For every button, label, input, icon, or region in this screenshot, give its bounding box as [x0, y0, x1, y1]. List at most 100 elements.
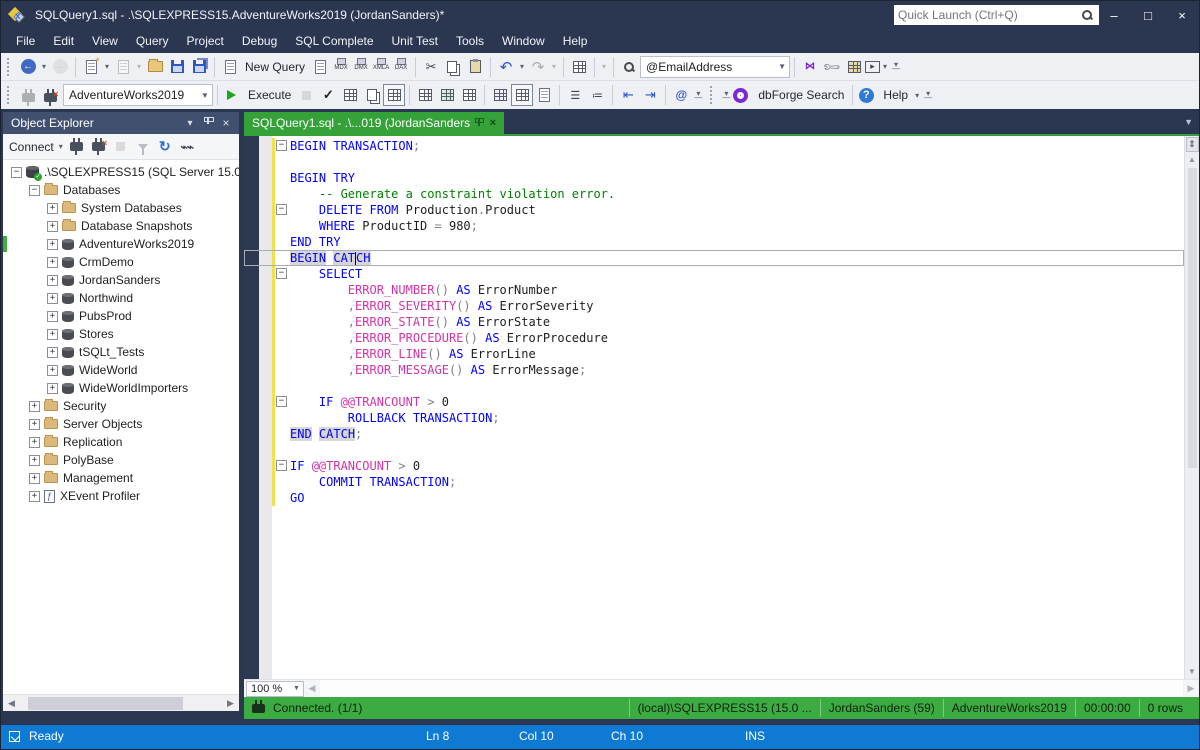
- zoom-combobox[interactable]: 100 % ▼: [246, 681, 304, 697]
- refresh-button[interactable]: ↻: [154, 136, 176, 158]
- tree-item-wideworldimporters[interactable]: +WideWorldImporters: [3, 379, 239, 397]
- code-line-12[interactable]: ,ERROR_STATE() AS ErrorState: [244, 314, 1184, 330]
- editor-scroll-left-icon[interactable]: ◀: [304, 683, 320, 694]
- save-button[interactable]: [166, 56, 188, 78]
- results-to-file-button[interactable]: [533, 84, 555, 106]
- add-item-button[interactable]: [112, 56, 134, 78]
- split-editor-handle[interactable]: ⇕: [1186, 137, 1199, 152]
- menu-file[interactable]: File: [7, 31, 44, 51]
- xml-editor-button[interactable]: ⋈: [799, 56, 821, 78]
- collapse-icon[interactable]: −: [11, 167, 22, 178]
- save-all-button[interactable]: [188, 56, 210, 78]
- editor-vscrollbar[interactable]: ⇕ ▲ ▼: [1184, 136, 1199, 679]
- tree-item-database-snapshots[interactable]: +Database Snapshots: [3, 217, 239, 235]
- zoom-dropdown-icon[interactable]: ▼: [290, 685, 303, 692]
- toolbar-overflow[interactable]: ▾—: [890, 61, 902, 72]
- tree-item-sqlexpress15-sql-server-15-0-20[interactable]: −.\SQLEXPRESS15 (SQL Server 15.0.20: [3, 163, 239, 181]
- scroll-up-icon[interactable]: ▲: [1188, 155, 1196, 164]
- tree-item-stores[interactable]: +Stores: [3, 325, 239, 343]
- code-line-7[interactable]: END TRY: [244, 234, 1184, 250]
- panel-close-icon[interactable]: ×: [217, 116, 235, 130]
- tree-item-tsqlt-tests[interactable]: +tSQLt_Tests: [3, 343, 239, 361]
- object-explorer-header[interactable]: Object Explorer ▾ ×: [3, 112, 239, 134]
- specify-values-button[interactable]: @: [670, 84, 692, 106]
- toolbar2-overflow-3[interactable]: ▾—: [922, 90, 934, 101]
- new-item-button[interactable]: [80, 56, 102, 78]
- command-window-button[interactable]: ▸: [865, 61, 880, 73]
- scroll-thumb[interactable]: [28, 697, 183, 710]
- undo-button[interactable]: ↶: [495, 56, 517, 78]
- menu-help[interactable]: Help: [554, 31, 597, 51]
- decrease-indent-button[interactable]: ⇤: [617, 84, 639, 106]
- tree-item-server-objects[interactable]: +Server Objects: [3, 415, 239, 433]
- toolbar2-overflow-2[interactable]: ▾—: [720, 90, 732, 101]
- tree-item-jordansanders[interactable]: +JordanSanders: [3, 271, 239, 289]
- expand-icon[interactable]: +: [47, 293, 58, 304]
- code-line-9[interactable]: − SELECT: [244, 266, 1184, 282]
- results-to-text-button[interactable]: [489, 84, 511, 106]
- menu-view[interactable]: View: [83, 31, 127, 51]
- redo-button[interactable]: ↷: [527, 56, 549, 78]
- tab-close-icon[interactable]: ×: [488, 117, 498, 129]
- code-line-10[interactable]: ERROR_NUMBER() AS ErrorNumber: [244, 282, 1184, 298]
- editor-scroll-right-icon[interactable]: ▶: [1183, 683, 1199, 694]
- code-line-14[interactable]: ,ERROR_LINE() AS ErrorLine: [244, 346, 1184, 362]
- close-button[interactable]: ×: [1165, 1, 1199, 29]
- scroll-right-icon[interactable]: ▶: [222, 698, 239, 709]
- toolbar-grip-2[interactable]: [7, 86, 13, 104]
- expand-icon[interactable]: +: [29, 491, 40, 502]
- new-analysis-query-icon[interactable]: [309, 56, 331, 78]
- tab-sqlquery1[interactable]: SQLQuery1.sql - .\...019 (JordanSanders)…: [244, 112, 504, 134]
- expand-icon[interactable]: +: [29, 437, 40, 448]
- comment-lines-button[interactable]: ☰: [564, 84, 586, 106]
- change-connection-button[interactable]: ×: [39, 84, 61, 106]
- code-line-3[interactable]: BEGIN TRY: [244, 170, 1184, 186]
- toolbar-grip[interactable]: [7, 58, 13, 76]
- new-xmla-query-button[interactable]: XMLA: [371, 58, 391, 76]
- code-line-6[interactable]: WHERE ProductID = 980;: [244, 218, 1184, 234]
- expand-icon[interactable]: +: [47, 383, 58, 394]
- disconnect-button[interactable]: ×: [88, 136, 110, 158]
- code-line-17[interactable]: − IF @@TRANCOUNT > 0: [244, 394, 1184, 410]
- code-line-4[interactable]: -- Generate a constraint violation error…: [244, 186, 1184, 202]
- add-item-dropdown[interactable]: ▾: [134, 62, 144, 71]
- panel-pin-icon[interactable]: [199, 116, 217, 131]
- code-line-15[interactable]: ,ERROR_MESSAGE() AS ErrorMessage;: [244, 362, 1184, 378]
- code-area[interactable]: −BEGIN TRANSACTION;BEGIN TRY -- Generate…: [244, 136, 1184, 679]
- activity-monitor-icon[interactable]: ⌁⌁: [176, 136, 198, 158]
- help-button[interactable]: Help: [883, 88, 908, 102]
- expand-icon[interactable]: +: [29, 473, 40, 484]
- connect-button[interactable]: Connect: [9, 140, 54, 154]
- dbforge-search-button[interactable]: dbForge Search: [758, 88, 844, 102]
- code-line-23[interactable]: GO: [244, 490, 1184, 506]
- database-combobox-dropdown[interactable]: ▼: [198, 91, 212, 100]
- tree-item-management[interactable]: +Management: [3, 469, 239, 487]
- history-dropdown[interactable]: ▾: [599, 62, 609, 71]
- expand-icon[interactable]: +: [47, 311, 58, 322]
- tree-item-northwind[interactable]: +Northwind: [3, 289, 239, 307]
- menu-unit-test[interactable]: Unit Test: [383, 31, 447, 51]
- collapse-icon[interactable]: −: [29, 185, 40, 196]
- expand-icon[interactable]: +: [47, 257, 58, 268]
- menu-debug[interactable]: Debug: [233, 31, 286, 51]
- email-combobox[interactable]: @EmailAddress ▼: [640, 56, 790, 78]
- tree-item-adventureworks2019[interactable]: +AdventureWorks2019: [3, 235, 239, 253]
- fold-collapse-icon[interactable]: −: [276, 268, 287, 279]
- tree-item-system-databases[interactable]: +System Databases: [3, 199, 239, 217]
- code-line-16[interactable]: [244, 378, 1184, 394]
- vscroll-thumb[interactable]: [1188, 168, 1197, 468]
- expand-icon[interactable]: +: [47, 365, 58, 376]
- open-file-button[interactable]: [144, 56, 166, 78]
- tab-list-chevron-icon[interactable]: ▼: [1184, 117, 1193, 127]
- results-to-grid-button[interactable]: [511, 84, 533, 106]
- object-explorer-hscrollbar[interactable]: ◀ ▶: [3, 694, 239, 711]
- tree-item-polybase[interactable]: +PolyBase: [3, 451, 239, 469]
- editor-hscrollbar[interactable]: [320, 680, 1183, 697]
- query-options-button[interactable]: [361, 84, 383, 106]
- connect-plug-icon[interactable]: [17, 84, 39, 106]
- tab-pin-icon[interactable]: [474, 117, 484, 129]
- new-item-dropdown[interactable]: ▾: [102, 62, 112, 71]
- minimize-button[interactable]: –: [1097, 1, 1131, 29]
- menu-project[interactable]: Project: [178, 31, 233, 51]
- tree-item-pubsprod[interactable]: +PubsProd: [3, 307, 239, 325]
